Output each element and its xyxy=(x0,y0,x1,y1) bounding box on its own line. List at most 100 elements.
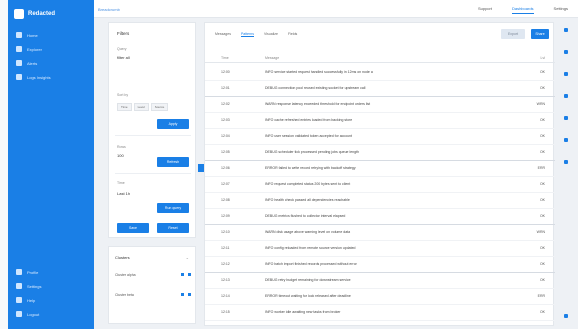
settings-icon[interactable] xyxy=(564,314,568,318)
left-edge xyxy=(0,0,8,329)
user-icon xyxy=(16,269,22,275)
table-row[interactable]: 12:11 INFO config reloaded from remote so… xyxy=(205,241,555,257)
sidebar-item-explorer[interactable]: Explorer xyxy=(8,42,94,56)
table-row[interactable]: 12:12 INFO batch import finished records … xyxy=(205,257,555,273)
table-row[interactable]: 12:02 WARN response latency exceeded thre… xyxy=(205,97,555,113)
table-row[interactable]: 12:15 INFO worker idle awaiting new tasks… xyxy=(205,305,555,321)
reset-button[interactable]: Reset xyxy=(157,223,189,233)
table-icon[interactable] xyxy=(564,94,568,98)
breadcrumb[interactable]: Breadcrumb xyxy=(98,7,120,12)
download-icon[interactable] xyxy=(564,116,568,120)
help-icon xyxy=(16,297,22,303)
tab-messages[interactable]: Messages xyxy=(215,32,231,37)
list-item[interactable]: Cluster alpha xyxy=(115,273,191,277)
brand[interactable]: Redacted xyxy=(8,0,94,28)
sidebar-item-help[interactable]: Help xyxy=(8,293,94,307)
query-value[interactable]: filter all xyxy=(117,55,130,60)
refresh-button[interactable]: Refresh xyxy=(157,157,189,167)
status-icon xyxy=(188,273,191,276)
app-title: Redacted xyxy=(28,11,56,17)
top-link-settings[interactable]: Settings xyxy=(554,6,568,14)
status-icon xyxy=(181,273,184,276)
gear-icon xyxy=(16,283,22,289)
share-icon[interactable] xyxy=(564,160,568,164)
sidebar-item-label: Alerts xyxy=(27,60,38,66)
table-row[interactable]: 12:00 INFO service started request handle… xyxy=(205,65,555,81)
sidebar-item-settings[interactable]: Settings xyxy=(8,279,94,293)
user-icon[interactable] xyxy=(564,138,568,142)
chevron-down-icon[interactable]: ⌄ xyxy=(186,255,189,260)
sort-chips: Time Level Source xyxy=(117,103,169,111)
info-icon[interactable] xyxy=(564,28,568,32)
export-button[interactable]: Export xyxy=(501,29,525,39)
run-query-button[interactable]: Run query xyxy=(157,203,189,213)
save-button[interactable]: Save xyxy=(117,223,149,233)
compass-icon xyxy=(16,46,22,52)
divider xyxy=(115,135,191,136)
time-label: Time xyxy=(117,181,125,185)
rows-label: Rows xyxy=(117,145,126,149)
chart-icon[interactable] xyxy=(564,72,568,76)
sidebar-item-label: Profile xyxy=(27,269,39,275)
table-row[interactable]: 12:01 DEBUG connection pool reused existi… xyxy=(205,81,555,97)
rows-value[interactable]: 100 xyxy=(117,153,124,158)
table-row[interactable]: 12:10 WARN disk usage above warning level… xyxy=(205,225,555,241)
table-row[interactable]: 12:06 ERROR failed to write record retryi… xyxy=(205,161,555,177)
view-tabs: Messages Patterns Visualize Fields xyxy=(215,32,297,37)
sidebar-item-label: Help xyxy=(27,297,36,303)
table-row[interactable]: 12:05 DEBUG scheduler tick processed pend… xyxy=(205,145,555,161)
top-link-support[interactable]: Support xyxy=(478,6,492,14)
time-value[interactable]: Last 1h xyxy=(117,191,130,196)
col-level[interactable]: Lvl xyxy=(541,56,545,60)
table-row[interactable]: 12:04 INFO user session validated token a… xyxy=(205,129,555,145)
table-header: Time Message Lvl xyxy=(205,53,555,63)
table-row[interactable]: 12:14 ERROR timeout waiting for lock rele… xyxy=(205,289,555,305)
sidebar-item-home[interactable]: Home xyxy=(8,28,94,42)
table-row[interactable]: 12:07 INFO request completed status 200 b… xyxy=(205,177,555,193)
sort-label: Sort by xyxy=(117,93,129,97)
status-icon xyxy=(188,293,191,296)
sidebar-item-logs-insights[interactable]: Logs Insights xyxy=(8,70,94,84)
sidebar-item-logout[interactable]: Logout xyxy=(8,307,94,321)
sidebar-item-alerts[interactable]: Alerts xyxy=(8,56,94,70)
sidebar: Redacted Home Explorer Alerts Logs Insig… xyxy=(8,0,94,329)
logout-icon xyxy=(16,311,22,317)
toolbar: Messages Patterns Visualize Fields Expor… xyxy=(205,23,555,45)
tab-fields[interactable]: Fields xyxy=(288,32,297,37)
top-link-dashboards[interactable]: Dashboards xyxy=(511,6,534,14)
col-time[interactable]: Time xyxy=(221,56,229,60)
table-row[interactable]: 12:13 DEBUG retry budget remaining for do… xyxy=(205,273,555,289)
sidebar-item-profile[interactable]: Profile xyxy=(8,265,94,279)
apply-button[interactable]: Apply xyxy=(157,119,189,129)
clusters-title: Clusters xyxy=(115,255,130,260)
top-links: Support Dashboards Settings xyxy=(478,6,568,14)
chip-level[interactable]: Level xyxy=(133,103,149,111)
tab-visualize[interactable]: Visualize xyxy=(264,32,278,37)
list-item[interactable]: Cluster beta xyxy=(115,293,191,297)
table-row[interactable]: 12:03 INFO cache refreshed entries loaded… xyxy=(205,113,555,129)
col-message[interactable]: Message xyxy=(265,56,279,60)
filter-icon[interactable] xyxy=(564,50,568,54)
home-icon xyxy=(16,32,22,38)
list-icon xyxy=(16,74,22,80)
sidebar-item-label: Home xyxy=(27,32,38,38)
sidebar-item-label: Settings xyxy=(27,283,42,289)
table-row[interactable]: 12:09 DEBUG metrics flushed to collector … xyxy=(205,209,555,225)
tab-patterns[interactable]: Patterns xyxy=(240,32,254,37)
sidebar-bottom: Profile Settings Help Logout xyxy=(8,265,94,321)
bell-icon xyxy=(16,60,22,66)
top-bar: Breadcrumb Support Dashboards Settings xyxy=(94,0,578,18)
filters-panel: Filters Query filter all Sort by Time Le… xyxy=(108,22,196,238)
sidebar-item-label: Logout xyxy=(27,311,40,317)
right-rail xyxy=(560,22,574,326)
filters-title: Filters xyxy=(117,31,130,36)
divider xyxy=(115,173,191,174)
chip-source[interactable]: Source xyxy=(150,103,169,111)
logo-icon xyxy=(14,9,24,19)
table-row[interactable]: 12:08 INFO health check passed all depend… xyxy=(205,193,555,209)
status-icon xyxy=(181,293,184,296)
sidebar-item-label: Explorer xyxy=(27,46,42,52)
chip-time[interactable]: Time xyxy=(117,103,132,111)
sidebar-item-label: Logs Insights xyxy=(27,74,51,80)
share-button[interactable]: Share xyxy=(531,29,549,39)
